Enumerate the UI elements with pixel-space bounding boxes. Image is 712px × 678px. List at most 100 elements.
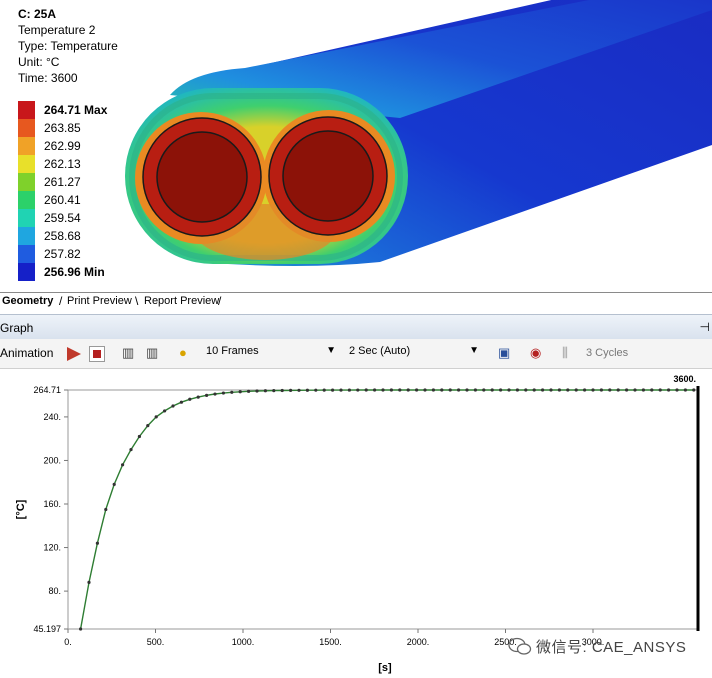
data-point [423, 388, 427, 392]
legend-label: 264.71 Max [44, 103, 108, 117]
temperature-history-chart[interactable]: 0. 500. 1000. 1500. 2000. 2500. 3000.45.19780.… [0, 369, 712, 678]
y-tick-label: 264.71 [33, 385, 61, 395]
x-tick-label: 1500. [319, 637, 342, 647]
legend-swatch [18, 209, 35, 227]
watermark: 微信号: CAE_ANSYS [536, 639, 687, 656]
tab-separator: / [218, 294, 222, 308]
data-point [549, 388, 553, 392]
data-point [331, 388, 335, 392]
data-point [230, 390, 234, 394]
data-point [465, 388, 469, 392]
data-point [188, 397, 192, 401]
data-point [87, 580, 91, 584]
result-info: C: 25A Temperature 2 Type: Temperature U… [18, 6, 118, 86]
data-point [79, 627, 83, 631]
graph-panel-header: Graph ⊣ [0, 314, 712, 340]
legend-label: 258.68 [44, 229, 81, 243]
data-point [247, 389, 251, 393]
data-point [406, 388, 410, 392]
time-cursor-label: 3600. [673, 374, 696, 384]
lightbulb-icon[interactable]: ● [179, 345, 187, 360]
data-point [650, 388, 654, 392]
data-point [616, 388, 620, 392]
data-point [608, 388, 612, 392]
y-tick-label: 80. [48, 586, 61, 596]
x-tick-label: 2000. [407, 637, 430, 647]
data-point [532, 388, 536, 392]
data-point [482, 388, 486, 392]
data-point [221, 391, 225, 395]
data-point [625, 388, 629, 392]
distributed-frames-icon[interactable]: ▥ [122, 345, 134, 361]
legend-swatch [18, 137, 35, 155]
wechat-icon [508, 637, 532, 655]
frames-dropdown[interactable]: 10 Frames ▼ [206, 345, 336, 361]
y-tick-label: 200. [43, 455, 61, 465]
tab-print-preview[interactable]: Print Preview [67, 295, 132, 307]
data-point [515, 388, 520, 392]
speed-dropdown[interactable]: 2 Sec (Auto) ▼ [349, 345, 479, 361]
data-point [574, 388, 578, 392]
data-point [541, 388, 545, 392]
tab-separator: / [59, 294, 63, 308]
data-point [591, 388, 595, 392]
data-point [129, 447, 133, 452]
legend-label: 261.27 [44, 175, 81, 189]
cycles-icon[interactable]: ⫼ [562, 345, 568, 361]
data-point [255, 389, 259, 393]
data-point [667, 388, 671, 392]
data-point [633, 388, 637, 392]
y-tick-label: 240. [43, 412, 61, 422]
data-point [356, 388, 360, 392]
y-tick-label: 160. [43, 499, 61, 509]
stop-icon[interactable] [89, 346, 105, 362]
legend-label: 257.82 [44, 247, 81, 261]
data-point [297, 388, 301, 392]
legend-swatch [18, 101, 35, 119]
data-point [347, 388, 351, 392]
data-point [557, 388, 562, 392]
data-point [163, 409, 167, 413]
data-point [112, 482, 116, 487]
data-point [692, 388, 696, 392]
legend-label: 262.13 [44, 157, 81, 171]
result-type: Type: Temperature [18, 39, 118, 53]
x-tick-label: 500. [147, 637, 165, 647]
data-point [675, 388, 679, 392]
data-point [289, 388, 293, 392]
legend-label: 262.99 [44, 139, 81, 153]
data-point [440, 388, 444, 392]
play-icon[interactable] [67, 347, 81, 361]
legend-label: 259.54 [44, 211, 81, 225]
data-point [272, 389, 276, 393]
model-viewport[interactable]: C: 25A Temperature 2 Type: Temperature U… [0, 0, 712, 292]
data-point [364, 388, 368, 392]
export-video-icon[interactable]: ▣ [498, 345, 510, 361]
chevron-down-icon: ▼ [469, 345, 479, 356]
data-point [213, 392, 217, 396]
data-point [95, 541, 99, 545]
data-point [599, 388, 604, 392]
pin-icon[interactable]: ⊣ [700, 320, 710, 334]
data-point [263, 389, 267, 393]
data-point [415, 388, 419, 392]
data-point [499, 388, 503, 392]
legend-label: 256.96 Min [44, 265, 105, 279]
data-point [171, 404, 175, 408]
data-point [154, 415, 158, 419]
data-point [583, 388, 587, 392]
result-title: C: 25A [18, 7, 57, 21]
cycles-label: 3 Cycles [586, 347, 629, 359]
tab-geometry[interactable]: Geometry [2, 295, 53, 307]
chevron-down-icon: ▼ [326, 345, 336, 356]
data-point [280, 388, 284, 393]
legend-swatch [18, 227, 35, 245]
graph-panel-title: Graph [0, 321, 34, 335]
legend-swatch [18, 155, 35, 173]
result-sets-icon[interactable]: ▥ [146, 345, 158, 361]
legend-swatch [18, 119, 35, 137]
zoom-to-fit-icon[interactable]: ◉ [530, 345, 541, 361]
speed-value: 2 Sec (Auto) [349, 345, 411, 357]
tab-report-preview[interactable]: Report Preview [144, 295, 219, 307]
data-point [566, 388, 570, 392]
